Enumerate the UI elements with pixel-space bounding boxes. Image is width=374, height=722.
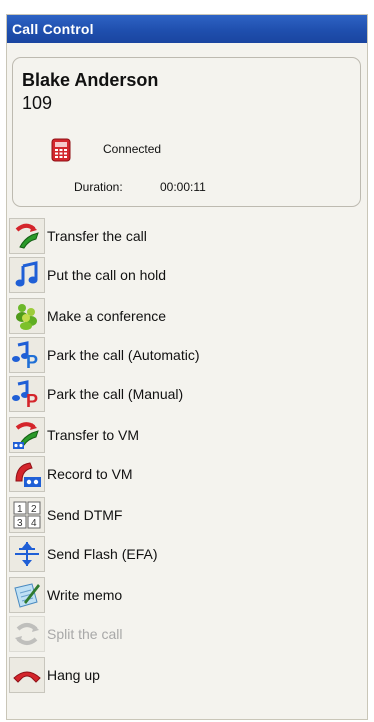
duration-value: 00:00:11 <box>160 180 206 194</box>
svg-text:4: 4 <box>31 518 37 529</box>
hold-call-button[interactable]: Put the call on hold <box>9 257 339 293</box>
transfer-vm-button[interactable]: Transfer to VM <box>9 417 339 453</box>
park-auto-button[interactable]: P Park the call (Automatic) <box>9 337 339 373</box>
dtmf-keypad-icon: 1 2 3 4 <box>9 497 45 533</box>
conference-label: Make a conference <box>47 308 167 324</box>
hang-up-label: Hang up <box>47 667 100 683</box>
window-title: Call Control <box>7 15 367 43</box>
caller-name: Blake Anderson <box>22 70 159 90</box>
svg-text:P: P <box>26 391 38 409</box>
call-status: Connected <box>103 142 162 156</box>
svg-text:P: P <box>26 352 38 370</box>
duration-label: Duration: <box>74 180 123 194</box>
send-flash-button[interactable]: Send Flash (EFA) <box>9 536 339 572</box>
hold-music-icon <box>9 257 45 293</box>
hangup-icon <box>9 657 45 693</box>
park-auto-label: Park the call (Automatic) <box>47 347 200 363</box>
transfer-vm-label: Transfer to VM <box>47 427 140 443</box>
conference-button[interactable]: Make a conference <box>9 298 339 334</box>
split-call-label: Split the call <box>47 626 123 642</box>
hang-up-button[interactable]: Hang up <box>9 657 339 693</box>
park-manual-icon: P <box>9 376 45 412</box>
record-vm-icon <box>9 456 45 492</box>
park-manual-button[interactable]: P Park the call (Manual) <box>9 376 339 412</box>
memo-icon <box>9 577 45 613</box>
write-memo-button[interactable]: Write memo <box>9 577 339 613</box>
caller-info-box: Blake Anderson 109 Connected Duration: 0… <box>12 57 361 207</box>
transfer-call-label: Transfer the call <box>47 228 147 244</box>
svg-text:1: 1 <box>17 504 23 515</box>
conference-icon <box>9 298 45 334</box>
flash-icon <box>9 536 45 572</box>
send-dtmf-label: Send DTMF <box>47 507 123 523</box>
park-manual-label: Park the call (Manual) <box>47 386 184 402</box>
record-vm-label: Record to VM <box>47 466 133 482</box>
write-memo-label: Write memo <box>47 587 123 603</box>
hold-call-label: Put the call on hold <box>47 267 167 283</box>
transfer-call-button[interactable]: Transfer the call <box>9 218 339 254</box>
svg-text:3: 3 <box>17 518 23 529</box>
park-auto-icon: P <box>9 337 45 373</box>
record-vm-button[interactable]: Record to VM <box>9 456 339 492</box>
transfer-icon <box>9 218 45 254</box>
transfer-vm-icon <box>9 417 45 453</box>
send-dtmf-button[interactable]: 1 2 3 4 Send DTMF <box>9 497 339 533</box>
split-call-button[interactable]: Split the call <box>9 616 339 652</box>
call-control-panel: Call Control Blake Anderson 109 Connecte… <box>6 14 368 720</box>
caller-extension: 109 <box>22 93 53 113</box>
send-flash-label: Send Flash (EFA) <box>47 546 158 562</box>
split-icon <box>9 616 45 652</box>
svg-text:2: 2 <box>31 504 37 515</box>
phone-status-icon <box>51 138 71 162</box>
